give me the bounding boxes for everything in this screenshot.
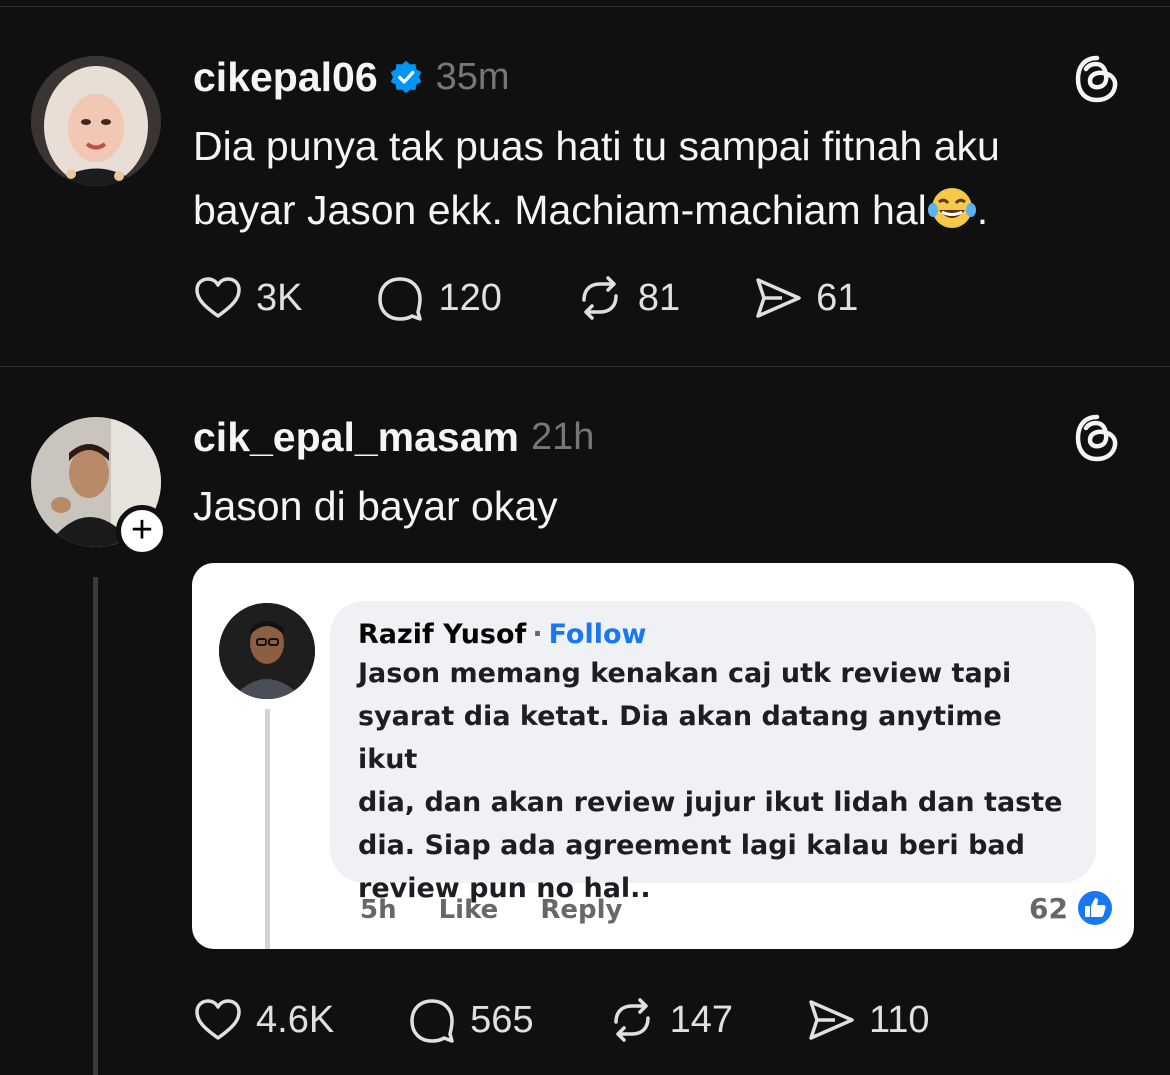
comment-header: Razif Yusof · Follow	[358, 619, 1068, 650]
share-count: 61	[816, 276, 859, 319]
thread-post[interactable]: cikepal06 35m Dia punya tak puas hati tu…	[0, 0, 1170, 367]
verified-badge-icon	[390, 60, 421, 94]
share-icon	[809, 1000, 854, 1040]
comment-icon	[410, 999, 454, 1043]
comment-line: dia, dan akan review jujur ikut lidah da…	[358, 787, 1063, 818]
follow-plus-button[interactable]: +	[116, 505, 168, 557]
avatar[interactable]	[31, 56, 161, 186]
repost-icon	[582, 276, 618, 320]
repost-icon	[613, 998, 650, 1042]
comment-thread-line	[265, 709, 270, 949]
post-text-segment: .	[976, 187, 989, 233]
username[interactable]: cik_epal_masam	[193, 414, 519, 461]
threads-logo-icon[interactable]	[1072, 54, 1122, 104]
post-actions: 3K 120 81 61	[192, 268, 930, 328]
repost-button[interactable]: 81	[574, 272, 680, 324]
post-actions: 4.6K 565 147 110	[192, 990, 1002, 1050]
repost-count: 147	[669, 998, 733, 1041]
separator-dot: ·	[532, 619, 543, 650]
post-text: Jason di bayar okay	[193, 483, 558, 529]
fb-like-icon	[1076, 889, 1114, 927]
username[interactable]: cikepal06	[193, 54, 378, 101]
post-header: cik_epal_masam 21h	[193, 412, 594, 462]
comment-like-link: Like	[438, 895, 499, 925]
comment-time: 5h	[360, 895, 397, 925]
threads-logo-icon[interactable]	[1072, 413, 1122, 463]
like-button[interactable]: 3K	[192, 272, 302, 324]
thread-connector-line	[93, 577, 98, 1075]
commenter-name: Razif Yusof	[358, 619, 527, 650]
reply-count: 120	[438, 276, 502, 319]
post-text-line: bayar Jason ekk. Machiam-machiam hal .	[193, 178, 1133, 242]
comment-icon	[378, 277, 423, 321]
thread-post[interactable]: + cik_epal_masam 21h Jason di bayar okay…	[0, 367, 1170, 1075]
repost-button[interactable]: 147	[606, 994, 733, 1046]
commenter-avatar	[219, 603, 315, 699]
comment-bubble: Razif Yusof · Follow Jason memang kenakan …	[330, 601, 1096, 904]
laughing-tears-emoji-icon	[927, 188, 976, 228]
reply-button[interactable]: 120	[374, 272, 502, 324]
comment-reply-link: Reply	[540, 895, 623, 925]
comment-meta: 5h Like Reply	[360, 895, 622, 925]
reply-button[interactable]: 565	[406, 994, 534, 1046]
post-text: Dia punya tak puas hati tu sampai fitnah…	[193, 114, 1133, 242]
like-count: 4.6K	[256, 998, 335, 1041]
share-button[interactable]: 61	[752, 272, 858, 324]
post-text-segment: bayar Jason ekk. Machiam-machiam hal	[193, 187, 927, 233]
comment-like-count: 62	[1029, 891, 1068, 925]
heart-icon	[195, 277, 241, 318]
post-time: 35m	[435, 55, 510, 98]
post-text-line: Dia punya tak puas hati tu sampai fitnah…	[193, 123, 1000, 169]
comment-line: Jason memang kenakan caj utk review tapi	[358, 658, 1012, 689]
comment-reactions: 62	[1029, 889, 1114, 927]
share-button[interactable]: 110	[805, 994, 930, 1046]
comment-line: syarat dia ketat. Dia akan datang anytim…	[358, 701, 1002, 775]
post-header: cikepal06 35m	[193, 52, 510, 102]
repost-count: 81	[637, 276, 681, 319]
comment-line: dia. Siap ada agreement lagi kalau beri …	[358, 830, 1025, 861]
post-time: 21h	[530, 415, 595, 458]
like-button[interactable]: 4.6K	[192, 994, 334, 1046]
like-count: 3K	[256, 276, 303, 319]
attached-image-fb-comment[interactable]: Razif Yusof · Follow Jason memang kenakan …	[192, 563, 1134, 949]
heart-icon	[195, 999, 241, 1040]
follow-link: Follow	[548, 619, 647, 650]
share-icon	[756, 278, 801, 318]
reply-count: 565	[470, 998, 534, 1041]
share-count: 110	[868, 998, 930, 1041]
comment-body: Jason memang kenakan caj utk review tapi…	[358, 652, 1068, 910]
